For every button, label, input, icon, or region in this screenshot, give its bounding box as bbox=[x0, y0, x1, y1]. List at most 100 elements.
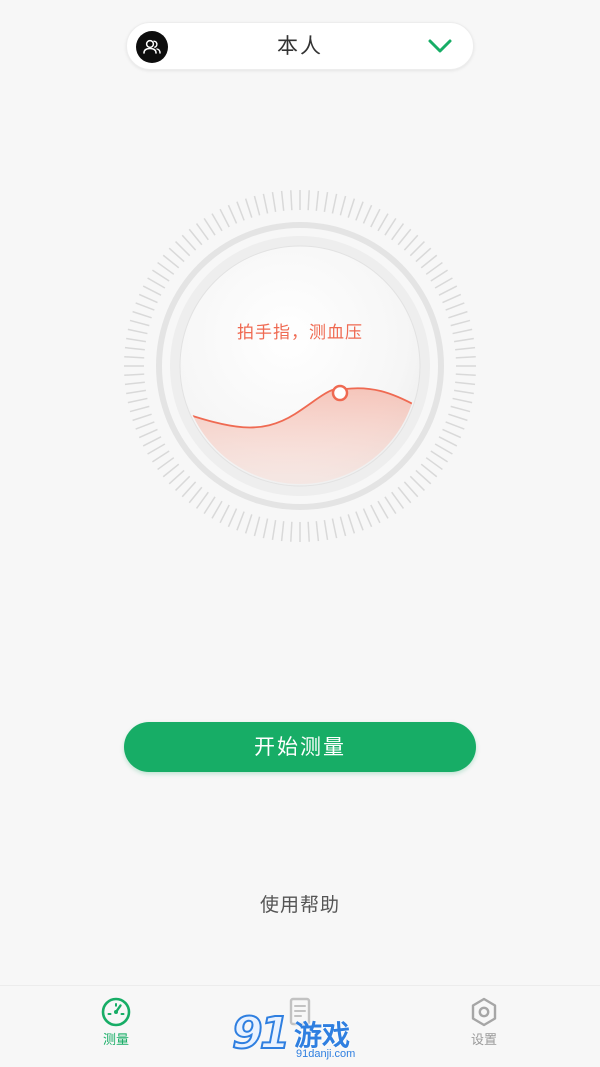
dial-tick bbox=[455, 356, 476, 359]
dial-tick bbox=[355, 201, 364, 221]
dial-tick bbox=[442, 428, 462, 439]
wave-marker bbox=[331, 384, 349, 402]
dial-tick bbox=[420, 463, 438, 478]
dial-tick bbox=[370, 504, 381, 524]
nav-label-settings: 设置 bbox=[470, 1033, 497, 1048]
dial-tick bbox=[135, 421, 155, 430]
dial-tick bbox=[450, 405, 471, 413]
dial-tick bbox=[271, 192, 277, 213]
dial-tick bbox=[438, 436, 458, 447]
help-link[interactable]: 使用帮助 bbox=[200, 890, 400, 917]
dial-tick bbox=[434, 277, 453, 289]
dial-tick bbox=[403, 234, 419, 251]
dial-tick bbox=[203, 217, 216, 236]
measurement-dial bbox=[124, 190, 476, 542]
dial-tick bbox=[455, 373, 476, 376]
dial-tick bbox=[203, 496, 216, 515]
dial-tick bbox=[147, 277, 166, 289]
dial-tick bbox=[323, 192, 329, 213]
dial-tick bbox=[147, 443, 166, 455]
dial-tick bbox=[271, 519, 277, 540]
dial-tick bbox=[448, 413, 468, 422]
dial-tick bbox=[227, 508, 238, 528]
dial-tick bbox=[124, 381, 145, 386]
profile-selector[interactable]: 本人 bbox=[126, 22, 474, 70]
dial-tick bbox=[151, 450, 170, 463]
dial-tick bbox=[168, 469, 185, 485]
dial-tick bbox=[315, 190, 320, 211]
dial-tick bbox=[384, 217, 397, 236]
dial-tick bbox=[397, 228, 412, 246]
dial-tick bbox=[438, 285, 458, 296]
nav-item-settings[interactable]: 设置 bbox=[444, 996, 524, 1048]
dial-tick bbox=[262, 518, 269, 539]
dial-tick bbox=[126, 389, 147, 395]
dial-tick bbox=[339, 516, 347, 537]
dial-tick bbox=[132, 413, 152, 422]
dial-tick bbox=[331, 518, 338, 539]
nav-item-measure[interactable]: 测量 bbox=[76, 996, 156, 1048]
dial-tick bbox=[129, 405, 150, 413]
dial-tick bbox=[391, 223, 405, 241]
dial-tick bbox=[124, 356, 145, 359]
dial-tick bbox=[415, 247, 432, 263]
speedometer-icon bbox=[101, 997, 131, 1027]
dial-tick bbox=[455, 381, 476, 386]
dial-tick bbox=[384, 496, 397, 515]
dial-tick bbox=[138, 428, 158, 439]
watermark-domain: 91danji.com bbox=[296, 1048, 356, 1060]
dial-tick bbox=[124, 373, 145, 376]
dial-tick bbox=[377, 213, 389, 232]
dial-tick bbox=[370, 208, 381, 228]
dial-tick bbox=[142, 436, 162, 447]
dial-tick bbox=[280, 190, 285, 211]
dial-tick bbox=[420, 254, 438, 269]
watermark-number: 91 bbox=[231, 1007, 291, 1060]
dial-tick bbox=[188, 486, 203, 504]
dial-tick bbox=[290, 190, 293, 211]
dial-tick bbox=[135, 302, 155, 311]
chevron-down-icon[interactable] bbox=[427, 36, 453, 56]
dial-tick bbox=[409, 475, 425, 491]
dial-tick bbox=[124, 346, 145, 351]
dial-tick bbox=[391, 491, 405, 509]
dial-tick bbox=[290, 521, 293, 542]
dial-prompt: 拍手指，测血压 bbox=[237, 323, 363, 343]
dial-tick bbox=[188, 228, 203, 246]
dial-tick bbox=[453, 389, 474, 395]
dial-tick bbox=[339, 195, 347, 216]
dial-tick bbox=[445, 302, 465, 311]
dial-tick bbox=[262, 193, 269, 214]
dial-tick bbox=[347, 514, 356, 534]
dial-tick bbox=[307, 521, 310, 542]
dial-tick bbox=[280, 521, 285, 542]
dial-tick bbox=[127, 397, 148, 404]
dial-tick bbox=[362, 508, 373, 528]
dial-tick bbox=[362, 204, 373, 224]
dial-tick bbox=[175, 241, 191, 257]
dial-tick bbox=[195, 223, 209, 241]
dial-tick bbox=[138, 293, 158, 304]
dial-tick bbox=[452, 397, 473, 404]
dial-tick bbox=[151, 269, 170, 282]
dial-tick bbox=[219, 504, 230, 524]
dial-tick bbox=[211, 213, 223, 232]
start-measure-button[interactable]: 开始测量 bbox=[124, 722, 476, 772]
dial-tick bbox=[236, 201, 245, 221]
dial-tick bbox=[331, 193, 338, 214]
nav-label-measure: 测量 bbox=[102, 1033, 129, 1048]
dial-tick bbox=[409, 241, 425, 257]
dial-tick bbox=[168, 247, 185, 263]
dial-tick bbox=[355, 511, 364, 531]
dial-tick bbox=[415, 469, 432, 485]
dial-tick bbox=[253, 516, 261, 537]
dial-tick bbox=[227, 204, 238, 224]
dial-tick bbox=[445, 421, 465, 430]
dial-tick bbox=[162, 254, 180, 269]
dial-tick bbox=[181, 481, 197, 498]
dial-tick bbox=[434, 443, 453, 455]
dial-tick bbox=[397, 486, 412, 504]
dial-tick bbox=[195, 491, 209, 509]
dial-tick bbox=[323, 519, 329, 540]
dial-tick bbox=[236, 511, 245, 531]
